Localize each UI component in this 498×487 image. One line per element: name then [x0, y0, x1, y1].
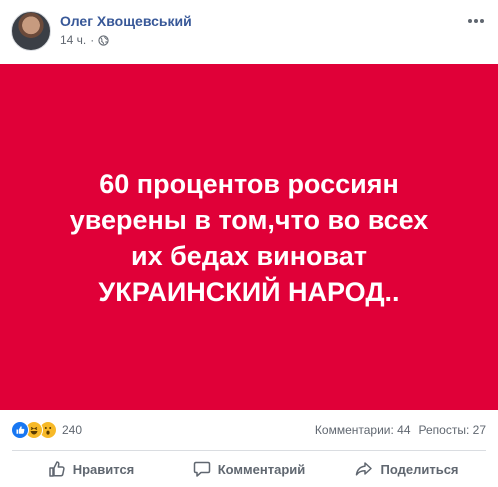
globe-icon — [98, 34, 109, 46]
facebook-post: Олег Хвощевський 14 ч. · 60 процентов ро… — [0, 0, 498, 487]
post-time[interactable]: 14 ч. — [60, 33, 86, 47]
like-button[interactable]: Нравится — [12, 452, 170, 486]
like-label: Нравится — [72, 461, 135, 477]
engagement-counts: Комментарии: 44 Репосты: 27 — [315, 423, 486, 437]
comment-label: Комментарий — [217, 461, 306, 477]
post-actions: Нравится Комментарий Поделиться — [12, 452, 486, 486]
shares-count[interactable]: Репосты: 27 — [419, 423, 486, 437]
reactions-summary[interactable]: 240 — [11, 421, 82, 439]
image-text-line: УКРАИНСКИЙ НАРОД.. — [98, 277, 400, 307]
reaction-count: 240 — [62, 423, 83, 437]
avatar[interactable] — [11, 11, 51, 51]
author-name[interactable]: Олег Хвощевський — [60, 13, 192, 29]
image-text-line: их бедах виноват — [131, 241, 367, 271]
share-icon — [356, 462, 373, 476]
comment-icon — [193, 461, 210, 477]
comments-count[interactable]: Комментарии: 44 — [315, 423, 411, 437]
comment-button[interactable]: Комментарий — [170, 452, 328, 486]
share-button[interactable]: Поделиться — [328, 452, 486, 486]
image-text-line: 60 процентов россиян — [99, 169, 399, 199]
like-icon — [11, 421, 29, 439]
post-header: Олег Хвощевський 14 ч. · — [0, 0, 498, 64]
post-image[interactable]: 60 процентов россиян уверены в том,что в… — [0, 64, 498, 410]
post-image-text: 60 процентов россиян уверены в том,что в… — [70, 166, 429, 310]
post-stats: 240 Комментарии: 44 Репосты: 27 — [0, 415, 498, 443]
post-meta: 14 ч. · — [60, 33, 109, 47]
image-text-line: уверены в том,что во всех — [69, 205, 429, 235]
actions-divider — [12, 450, 486, 451]
share-label: Поделиться — [380, 461, 459, 477]
more-options-icon[interactable] — [466, 14, 486, 28]
thumbs-up-icon — [48, 461, 65, 477]
meta-separator: · — [90, 33, 95, 47]
